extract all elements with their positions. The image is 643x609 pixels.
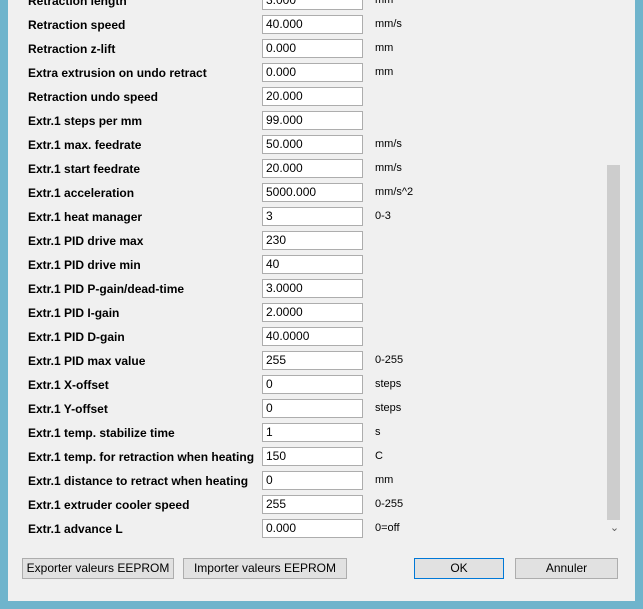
chevron-down-icon[interactable]: ⌄ [606, 520, 623, 537]
setting-row: Extr.1 PID P-gain/dead-time [8, 279, 608, 303]
setting-row: Extr.1 PID drive min [8, 255, 608, 279]
setting-unit: 0-255 [375, 354, 404, 366]
setting-unit: 0-3 [375, 210, 391, 222]
setting-row: Extr.1 extruder cooler speed 0-255 [8, 495, 608, 519]
setting-value-input[interactable] [262, 135, 363, 154]
eeprom-dialog: Retraction lengthmmRetraction speedmm/sR… [8, 0, 635, 601]
setting-row: Extr.1 X-offset steps [8, 375, 608, 399]
setting-label: Extr.1 extruder cooler speed [28, 498, 190, 512]
setting-label: Extr.1 acceleration [28, 186, 135, 200]
setting-row: Extr.1 temp. stabilize time s [8, 423, 608, 447]
setting-unit: s [375, 426, 381, 438]
cancel-button[interactable]: Annuler [515, 558, 618, 579]
setting-row: Extr.1 temp. for retraction when heating… [8, 447, 608, 471]
setting-unit: mm/s [375, 138, 402, 150]
dialog-button-bar: Exporter valeurs EEPROM Importer valeurs… [8, 540, 635, 601]
setting-row: Retraction speed mm/s [8, 15, 608, 39]
setting-unit: 0-255 [375, 498, 404, 510]
setting-value-input[interactable] [262, 303, 363, 322]
setting-unit: mm [375, 474, 394, 486]
scrollbar-thumb[interactable] [607, 165, 620, 520]
setting-label: Retraction length [28, 0, 127, 8]
setting-value-input[interactable] [262, 423, 363, 442]
setting-unit: mm/s^2 [375, 186, 414, 198]
setting-label: Extr.1 max. feedrate [28, 138, 142, 152]
setting-label: Extr.1 PID I-gain [28, 306, 120, 320]
setting-unit: mm/s [375, 162, 402, 174]
setting-label: Extr.1 PID max value [28, 354, 146, 368]
setting-row: Retraction length mm [8, 0, 608, 15]
setting-label: Extr.1 steps per mm [28, 114, 143, 128]
setting-label: Extr.1 start feedrate [28, 162, 141, 176]
setting-value-input[interactable] [262, 255, 363, 274]
setting-value-input[interactable] [262, 279, 363, 298]
setting-value-input[interactable] [262, 63, 363, 82]
setting-value-input[interactable] [262, 519, 363, 538]
setting-row: Extr.1 PID max value 0-255 [8, 351, 608, 375]
setting-label: Extr.1 PID drive min [28, 258, 141, 272]
setting-row: Extr.1 heat manager 0-3 [8, 207, 608, 231]
import-eeprom-button[interactable]: Importer valeurs EEPROM [183, 558, 347, 579]
setting-label: Extr.1 PID D-gain [28, 330, 125, 344]
setting-label: Extr.1 X-offset [28, 378, 109, 392]
setting-row: Retraction undo speed [8, 87, 608, 111]
setting-value-input[interactable] [262, 39, 363, 58]
setting-row: Retraction z-lift mm [8, 39, 608, 63]
setting-value-input[interactable] [262, 159, 363, 178]
setting-label: Extra extrusion on undo retract [28, 66, 207, 80]
setting-value-input[interactable] [262, 471, 363, 490]
setting-row: Extr.1 acceleration mm/s^2 [8, 183, 608, 207]
setting-unit: steps [375, 378, 402, 390]
setting-value-input[interactable] [262, 447, 363, 466]
setting-label: Extr.1 heat manager [28, 210, 143, 224]
setting-label: Extr.1 temp. stabilize time [28, 426, 175, 440]
setting-value-input[interactable] [262, 231, 363, 250]
setting-label: Extr.1 distance to retract when heating [28, 474, 249, 488]
setting-value-input[interactable] [262, 15, 363, 34]
setting-value-input[interactable] [262, 495, 363, 514]
setting-row: Extr.1 PID drive max [8, 231, 608, 255]
setting-unit: C [375, 450, 383, 462]
setting-value-input[interactable] [262, 183, 363, 202]
window-frame-bottom [0, 601, 643, 609]
setting-unit: mm [375, 42, 394, 54]
setting-label: Extr.1 temp. for retraction when heating [28, 450, 255, 464]
setting-label: Retraction speed [28, 18, 126, 32]
setting-label: Retraction z-lift [28, 42, 116, 56]
setting-row: Extra extrusion on undo retract mm [8, 63, 608, 87]
setting-row: Extr.1 steps per mm [8, 111, 608, 135]
setting-row: Extr.1 distance to retract when heating m… [8, 471, 608, 495]
setting-value-input[interactable] [262, 375, 363, 394]
setting-label: Extr.1 PID P-gain/dead-time [28, 282, 185, 296]
setting-label: Extr.1 advance L [28, 522, 123, 536]
setting-value-input[interactable] [262, 111, 363, 130]
setting-value-input[interactable] [262, 327, 363, 346]
setting-row: Extr.1 PID I-gain [8, 303, 608, 327]
setting-row: Extr.1 advance L 0=off [8, 519, 608, 540]
setting-value-input[interactable] [262, 399, 363, 418]
setting-unit: mm [375, 0, 394, 6]
setting-unit: 0=off [375, 522, 400, 534]
setting-row: Extr.1 start feedrate mm/s [8, 159, 608, 183]
setting-value-input[interactable] [262, 87, 363, 106]
setting-value-input[interactable] [262, 207, 363, 226]
ok-button[interactable]: OK [414, 558, 504, 579]
eeprom-settings-list: Retraction lengthmmRetraction speedmm/sR… [8, 0, 635, 540]
setting-label: Extr.1 Y-offset [28, 402, 108, 416]
setting-label: Extr.1 PID drive max [28, 234, 144, 248]
setting-value-input[interactable] [262, 0, 363, 10]
setting-value-input[interactable] [262, 351, 363, 370]
setting-unit: steps [375, 402, 402, 414]
setting-row: Extr.1 Y-offset steps [8, 399, 608, 423]
vertical-scrollbar[interactable]: ⌄ [606, 0, 623, 540]
setting-label: Retraction undo speed [28, 90, 159, 104]
setting-row: Extr.1 max. feedrate mm/s [8, 135, 608, 159]
export-eeprom-button[interactable]: Exporter valeurs EEPROM [22, 558, 174, 579]
setting-unit: mm [375, 66, 394, 78]
setting-unit: mm/s [375, 18, 402, 30]
setting-row: Extr.1 PID D-gain [8, 327, 608, 351]
